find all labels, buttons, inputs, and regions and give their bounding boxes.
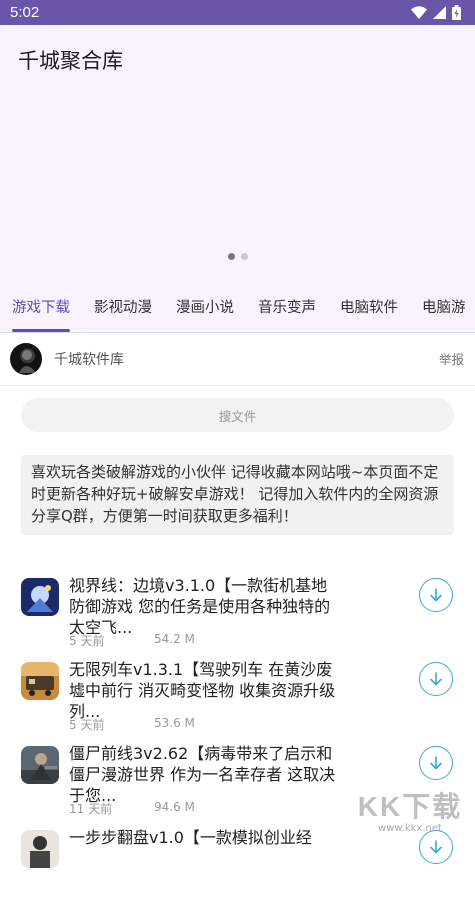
download-button[interactable] [419,662,453,696]
list-item[interactable]: 无限列车v1.3.1【驾驶列车 在黄沙废墟中前行 消灭畸变怪物 收集资源升级列.… [0,658,475,742]
list-item[interactable]: 视界线：边境v3.1.0【一款街机基地防御游戏 您的任务是使用各种独特的太空飞.… [0,574,475,658]
file-list: 视界线：边境v3.1.0【一款街机基地防御游戏 您的任务是使用各种独特的太空飞.… [0,574,475,910]
item-title[interactable]: 一步步翻盘v1.0【一款模拟创业经 [69,827,339,848]
author-row[interactable]: 千城软件库 举报 [0,333,475,386]
zombie-game-icon[interactable] [21,746,59,784]
wifi-icon [411,6,427,19]
app-title: 千城聚合库 [18,49,123,73]
train-game-icon[interactable] [21,662,59,700]
item-date: 11 天前 [69,802,113,816]
status-time: 5:02 [10,4,40,21]
tab-pc-games[interactable]: 电脑游 [410,291,475,332]
item-size: 54.2 M [154,632,195,646]
status-icons [411,5,461,20]
list-item[interactable]: 一步步翻盘v1.0【一款模拟创业经 [0,826,475,910]
pager-dot[interactable] [241,253,248,260]
item-title[interactable]: 无限列车v1.3.1【驾驶列车 在黄沙废墟中前行 消灭畸变怪物 收集资源升级列.… [69,659,339,722]
notice-text: 喜欢玩各类破解游戏的小伙伴 记得收藏本网站哦~本页面不定时更新各种好玩+破解安卓… [21,455,454,535]
category-tabs: 游戏下载 影视动漫 漫画小说 音乐变声 电脑软件 电脑游 [0,291,475,333]
report-link[interactable]: 举报 [439,349,464,368]
download-arrow-icon [430,756,442,770]
space-shooter-game-icon[interactable] [21,578,59,616]
battery-icon [452,5,461,20]
tab-comics-novels[interactable]: 漫画小说 [164,291,246,332]
download-arrow-icon [430,588,442,602]
watermark-text: KK下载 [357,790,463,822]
pager-dot-active[interactable] [228,253,235,260]
item-date: 5 天前 [69,718,105,732]
item-meta: 5 天前 53.6 M [69,716,195,733]
avatar[interactable] [10,343,42,375]
author-name[interactable]: 千城软件库 [54,349,124,369]
tab-music-voice[interactable]: 音乐变声 [246,291,328,332]
tab-game-download[interactable]: 游戏下载 [0,291,82,332]
status-bar: 5:02 [0,0,475,25]
tab-pc-software[interactable]: 电脑软件 [328,291,410,332]
site-watermark: KK下载 www.kkx.net [351,782,469,836]
business-game-icon[interactable] [21,830,59,868]
tab-video-anime[interactable]: 影视动漫 [82,291,164,332]
app-header: 千城聚合库 [0,25,475,291]
item-title[interactable]: 僵尸前线3v2.62【病毒带来了启示和僵尸漫游世界 作为一名幸存者 这取决于您.… [69,743,339,806]
search-placeholder: 搜文件 [218,408,257,424]
avatar-figure-icon [19,350,36,373]
download-button[interactable] [419,746,453,780]
pager-dots [228,253,248,260]
download-button[interactable] [419,578,453,612]
download-arrow-icon [430,672,442,686]
item-title[interactable]: 视界线：边境v3.1.0【一款街机基地防御游戏 您的任务是使用各种独特的太空飞.… [69,575,339,638]
item-size: 94.6 M [154,800,195,814]
item-size: 53.6 M [154,716,195,730]
item-date: 5 天前 [69,634,105,648]
signal-icon [433,6,446,19]
item-meta: 11 天前 94.6 M [69,800,195,817]
watermark-url: www.kkx.net [378,822,442,834]
download-arrow-icon [430,840,442,854]
search-input[interactable]: 搜文件 [21,398,454,432]
item-meta: 5 天前 54.2 M [69,632,195,649]
